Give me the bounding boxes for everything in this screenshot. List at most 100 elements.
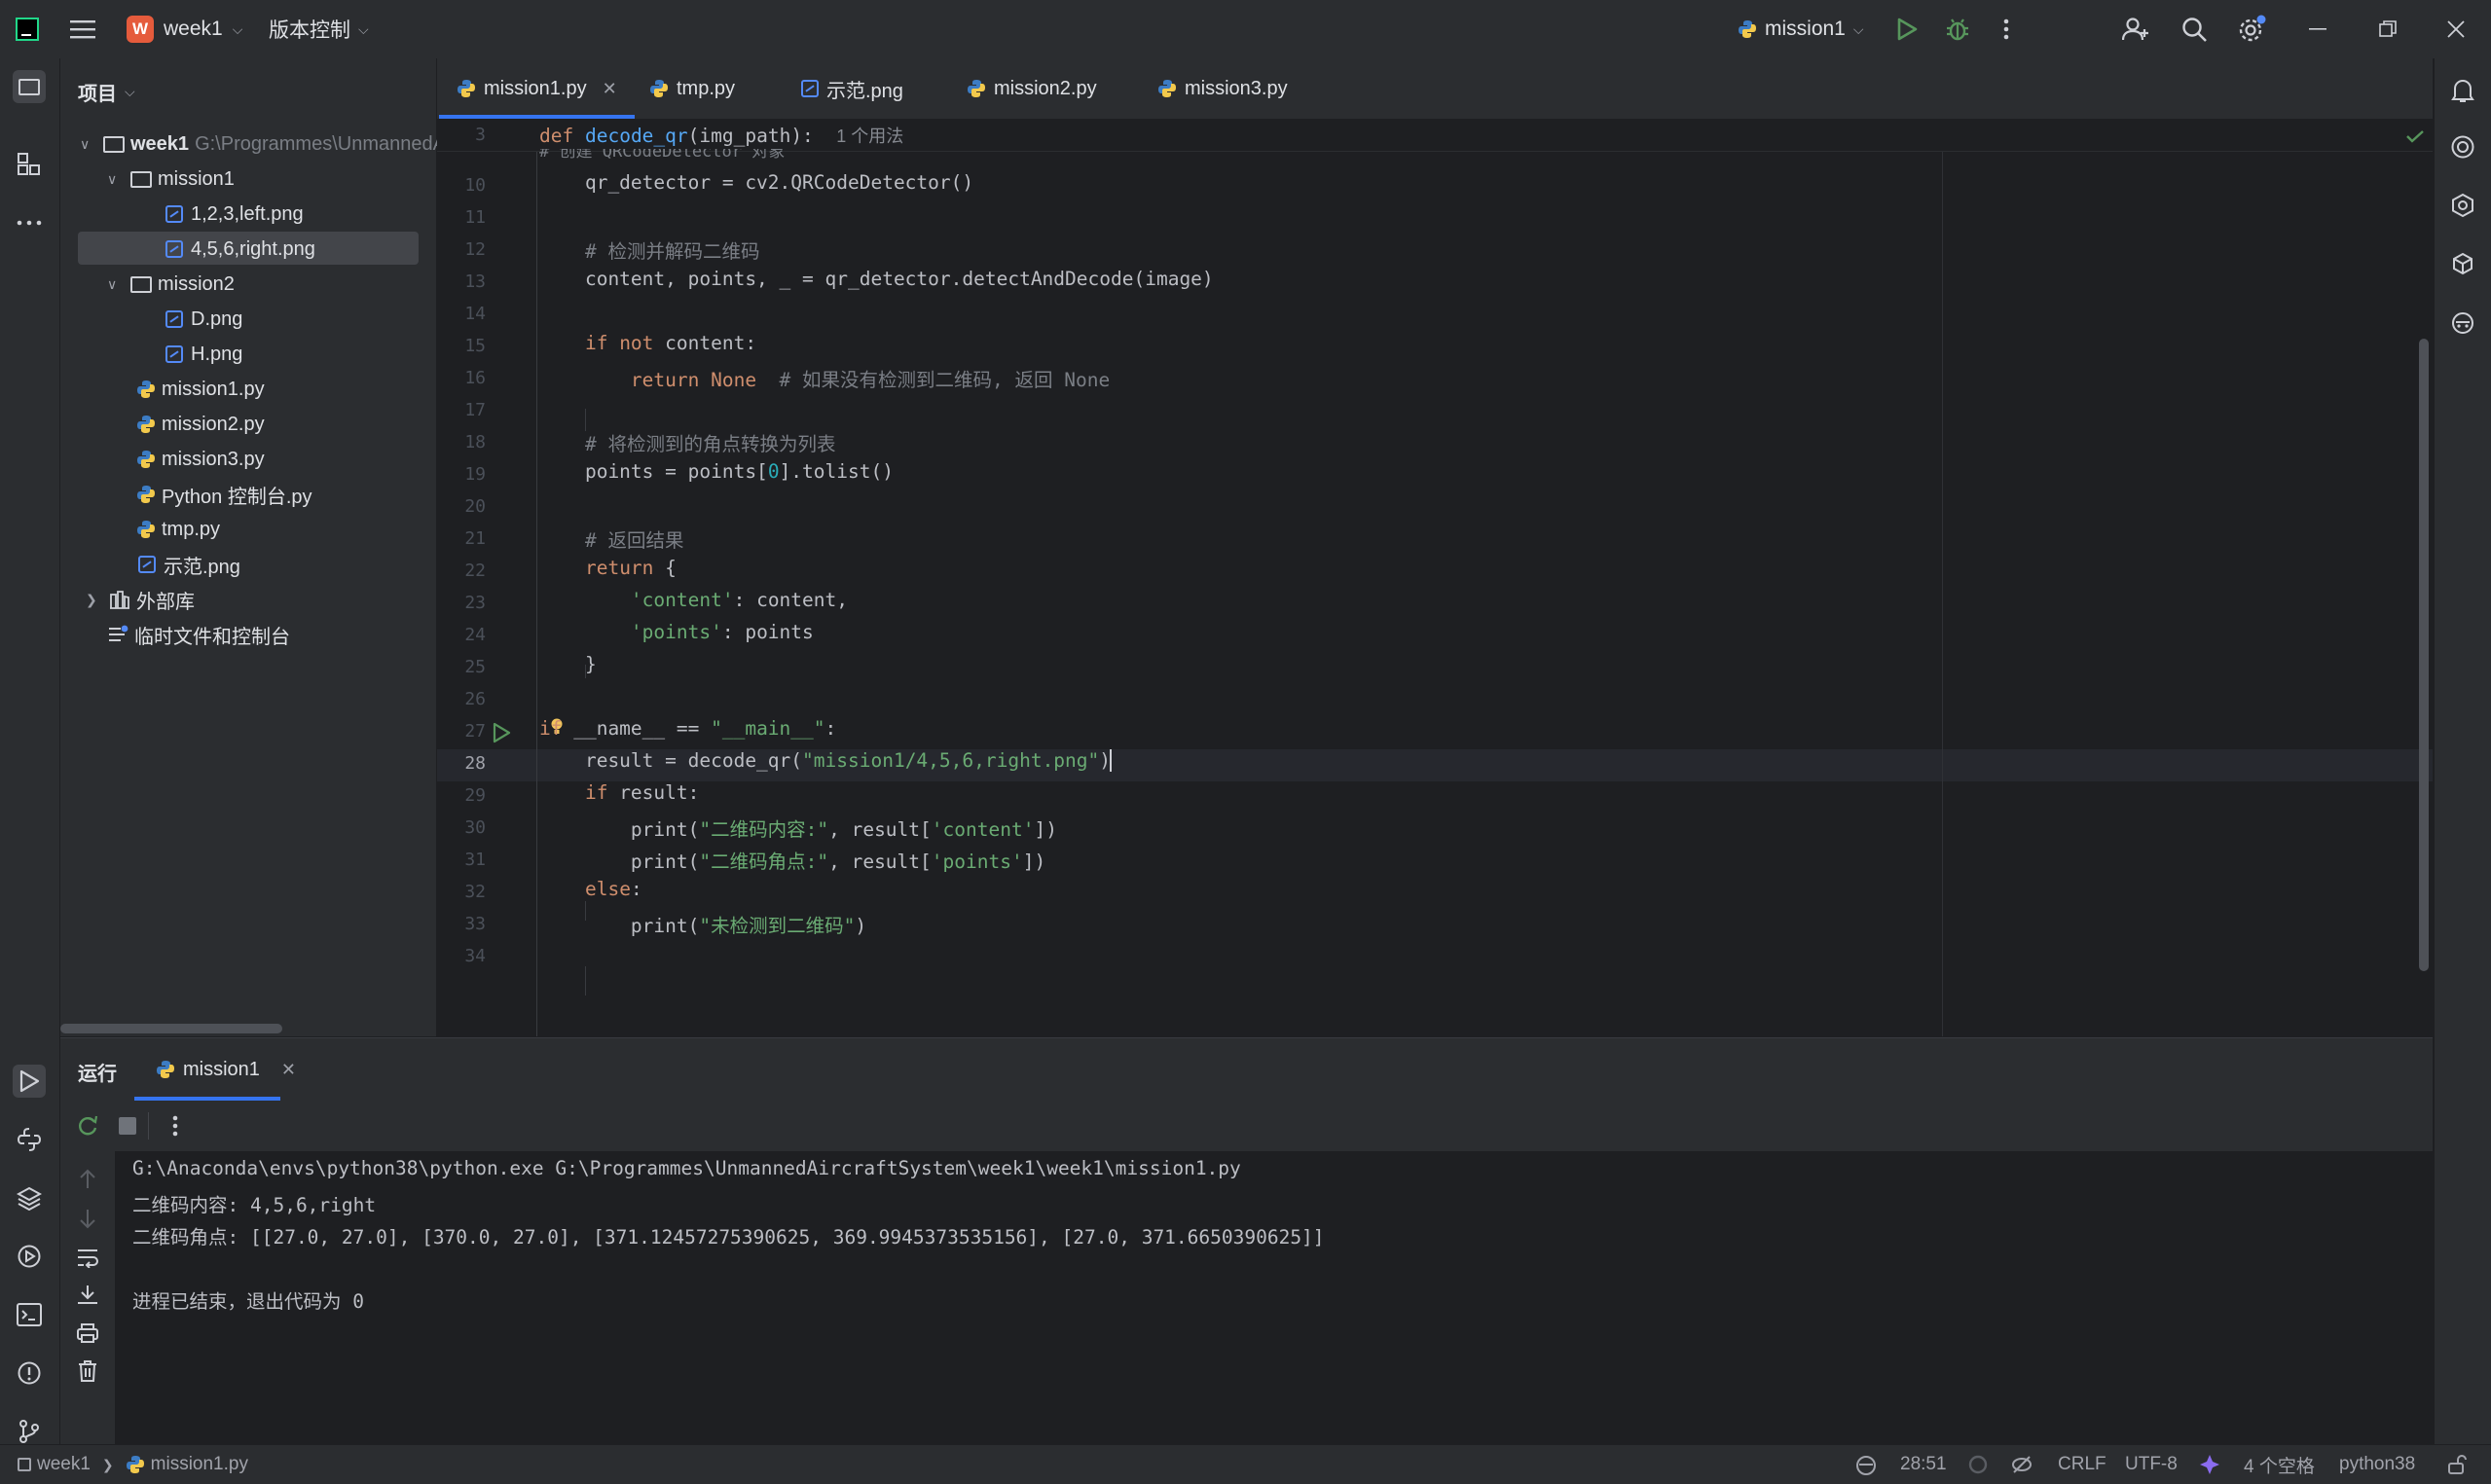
close-tab-icon[interactable]: ✕	[603, 79, 617, 99]
services-icon[interactable]	[13, 1240, 46, 1273]
main-menu-icon[interactable]	[70, 0, 95, 58]
mascot-icon[interactable]	[2446, 306, 2479, 339]
layers-icon[interactable]	[13, 1181, 46, 1214]
vertical-scrollbar[interactable]	[2419, 339, 2429, 971]
tree-item-123-left-png[interactable]: 1,2,3,left.png	[165, 198, 304, 231]
trash-icon[interactable]	[77, 1359, 98, 1383]
caret-position[interactable]: 28:51	[1900, 1445, 1947, 1484]
soft-wrap-icon[interactable]	[76, 1247, 99, 1268]
minimize-icon[interactable]	[2309, 0, 2326, 58]
tree-item-mission3-py[interactable]: mission3.py	[136, 443, 265, 476]
vcs-menu[interactable]: 版本控制 ⌵	[269, 0, 369, 58]
breadcrumb-project[interactable]: week1	[37, 1454, 91, 1475]
chevron-down-icon: ∨	[107, 275, 118, 292]
close-tab-icon[interactable]: ✕	[281, 1060, 296, 1080]
project-switcher[interactable]: W week1 ⌵	[127, 0, 242, 58]
tree-item-external-libraries[interactable]: ❯ 外部库	[80, 583, 195, 616]
folder-icon	[130, 275, 152, 293]
run-icon[interactable]	[1896, 0, 1918, 58]
breadcrumb[interactable]: week1 ❯ mission1.py	[18, 1445, 248, 1484]
run-tab-mission1[interactable]: mission1 ✕	[156, 1052, 296, 1087]
ai-status-icon[interactable]	[2198, 1445, 2221, 1484]
tree-item-mission1-py[interactable]: mission1.py	[136, 373, 265, 406]
close-window-icon[interactable]	[2447, 0, 2465, 58]
git-branch-icon[interactable]	[13, 1415, 46, 1448]
tab-mission2-py[interactable]: mission2.py	[967, 58, 1097, 119]
tab-shifan-png[interactable]: 示范.png	[801, 58, 903, 119]
line-number: 30	[464, 817, 486, 838]
indent-setting[interactable]: 4 个空格	[2244, 1445, 2315, 1484]
line-separator[interactable]: CRLF	[2058, 1445, 2106, 1484]
file-encoding[interactable]: UTF-8	[2125, 1445, 2178, 1484]
interpreter-selector[interactable]: python38	[2339, 1445, 2415, 1484]
tree-item-label: D.png	[191, 308, 243, 330]
tree-item-label: H.png	[191, 343, 243, 365]
breadcrumb-file[interactable]: mission1.py	[151, 1454, 248, 1475]
tree-item-mission1[interactable]: ∨ mission1	[107, 163, 235, 196]
tab-mission3-py[interactable]: mission3.py	[1157, 58, 1288, 119]
app-logo-icon[interactable]	[16, 0, 39, 58]
debug-icon[interactable]	[1945, 0, 1970, 58]
settings-gear-icon[interactable]	[2237, 0, 2266, 58]
structure-icon[interactable]	[13, 148, 46, 181]
tree-root-week1[interactable]: ∨ week1 G:\Programmes\UnmannedA	[80, 127, 446, 161]
tree-item-mission2[interactable]: ∨ mission2	[107, 268, 235, 301]
plugin-icon[interactable]	[2446, 247, 2479, 280]
more-tools-icon[interactable]	[13, 206, 46, 239]
print-icon[interactable]	[76, 1322, 99, 1344]
tree-item-d-png[interactable]: D.png	[165, 303, 242, 336]
tree-item-shifan-png[interactable]: 示范.png	[138, 548, 240, 581]
scroll-to-end-icon[interactable]	[76, 1284, 99, 1307]
add-user-icon[interactable]	[2122, 0, 2149, 58]
lock-icon[interactable]	[2447, 1445, 2467, 1484]
code-line: # 检测并解码二维码	[584, 240, 760, 263]
run-tool-icon[interactable]	[13, 1065, 46, 1098]
more-actions-icon[interactable]	[2003, 0, 2009, 58]
readonly-toggle-icon[interactable]	[2011, 1445, 2033, 1484]
project-panel-header[interactable]: 项目 ⌵	[78, 78, 135, 106]
rerun-icon[interactable]	[76, 1114, 99, 1138]
tree-item-python-console-py[interactable]: Python 控制台.py	[136, 478, 312, 511]
run-config-selector[interactable]: mission1 ⌵	[1738, 0, 1864, 58]
inspection-status-icon[interactable]	[1968, 1445, 1988, 1484]
python-file-icon	[458, 80, 475, 97]
mascot-status-icon[interactable]	[1855, 1445, 1877, 1484]
terminal-icon[interactable]	[13, 1298, 46, 1331]
sticky-header[interactable]: 3 def decode_qr(img_path): 1 个用法	[437, 120, 2433, 152]
copilot-icon[interactable]	[2446, 189, 2479, 222]
code-line: return None # 如果没有检测到二维码, 返回 None	[630, 369, 1111, 391]
checkmark-icon[interactable]	[2405, 129, 2425, 143]
code-editor[interactable]: 3 def decode_qr(img_path): 1 个用法 # 创建 QR…	[437, 120, 2433, 1036]
tree-item-h-png[interactable]: H.png	[165, 338, 242, 371]
notifications-bell-icon[interactable]	[2446, 74, 2479, 107]
usages-hint[interactable]: 1 个用法	[836, 127, 903, 146]
more-actions-icon[interactable]	[172, 1115, 178, 1137]
ai-assistant-icon[interactable]	[2446, 130, 2479, 163]
run-panel: 运行 mission1 ✕ G:\Anaconda\envs\python38\…	[60, 1037, 2433, 1445]
tree-item-scratches[interactable]: 临时文件和控制台	[107, 618, 290, 651]
project-folder-icon[interactable]	[13, 70, 46, 103]
problems-icon[interactable]	[13, 1357, 46, 1390]
stop-icon[interactable]	[119, 1117, 136, 1135]
line-number: 23	[464, 593, 486, 613]
tree-item-mission2-py[interactable]: mission2.py	[136, 408, 265, 441]
line-number: 16	[464, 368, 486, 388]
code-line: print("二维码内容:", result['content'])	[539, 818, 1057, 841]
search-icon[interactable]	[2180, 0, 2208, 58]
python-console-icon[interactable]	[13, 1123, 46, 1156]
tab-tmp-py[interactable]: tmp.py	[649, 58, 735, 119]
run-gutter-icon[interactable]	[492, 722, 511, 743]
horizontal-scrollbar[interactable]	[60, 1024, 282, 1033]
arrow-down-icon[interactable]	[78, 1208, 97, 1229]
line-number-gutter: 10 11 12 13 14 15 16 17 18 19 20 21 22 2…	[437, 120, 536, 1036]
tree-item-label: mission3.py	[162, 448, 265, 470]
indent-setting-label: 4 个空格	[2244, 1456, 2315, 1477]
restore-icon[interactable]	[2379, 0, 2397, 58]
tree-item-tmp-py[interactable]: tmp.py	[136, 513, 220, 546]
tree-item-456-right-png[interactable]: 4,5,6,right.png	[165, 233, 315, 266]
tab-mission1-py[interactable]: mission1.py ✕	[439, 58, 635, 119]
clipped-comment-line: # 创建 QRCodeDetector 对象	[539, 149, 786, 161]
image-file-icon	[165, 345, 183, 363]
console-exit-line: 进程已结束，退出代码为 0	[132, 1290, 364, 1313]
arrow-up-icon[interactable]	[78, 1169, 97, 1190]
